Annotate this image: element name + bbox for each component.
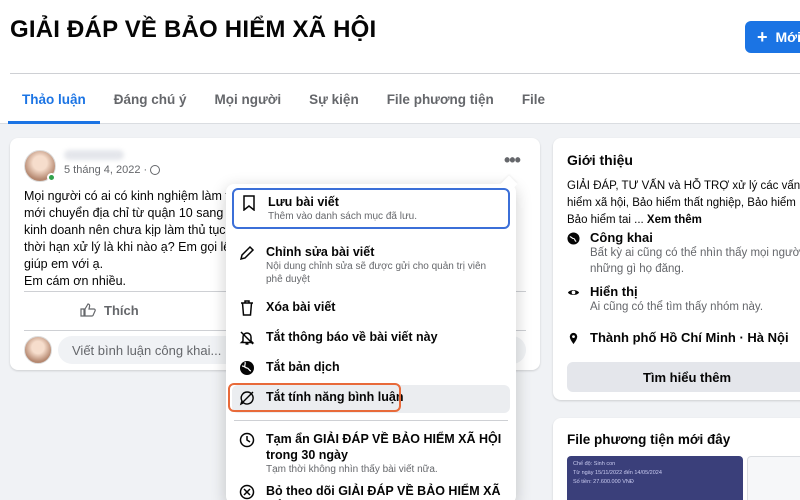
tab-featured[interactable]: Đáng chú ý <box>100 74 201 124</box>
menu-item-sub: Nội dung chỉnh sửa sẽ được gửi cho quản … <box>266 261 487 272</box>
menu-item-label: Lưu bài viết <box>268 195 339 209</box>
public-sub: những gì họ đăng. <box>590 263 685 275</box>
tab-files[interactable]: File <box>508 74 559 124</box>
location-text[interactable]: Thành phố Hồ Chí Minh · Hà Nội <box>590 330 789 345</box>
menu-item-delete-post[interactable]: Xóa bài viết <box>232 295 510 321</box>
trash-icon <box>238 299 256 317</box>
public-sub: Bất kỳ ai cũng có thể nhìn thấy mọi ngườ… <box>590 247 800 259</box>
group-header: GIẢI ĐÁP VỀ BẢO HIỂM XÃ HỘI + Mới Thảo l… <box>0 0 800 124</box>
post-body-line: giúp em với ạ. <box>24 257 104 271</box>
media-thumbnail[interactable] <box>747 456 800 500</box>
post-date[interactable]: 5 tháng 4, 2022 · <box>64 164 147 176</box>
more-options-icon[interactable]: ••• <box>504 150 521 171</box>
menu-divider <box>234 420 508 421</box>
privacy-public-row: Công khai Bất kỳ ai cũng có thể nhìn thấ… <box>567 230 800 277</box>
menu-item-label: Xóa bài viết <box>266 300 336 314</box>
group-tabs: Thảo luận Đáng chú ý Mọi người Sự kiện F… <box>8 74 559 124</box>
menu-item-turn-off-commenting[interactable]: Tắt tính năng bình luận <box>232 385 510 413</box>
menu-item-label: Tạm ẩn GIẢI ĐÁP VỀ BẢO HIỂM XÃ HỘI <box>266 432 502 446</box>
about-card: Giới thiệu GIẢI ĐÁP, TƯ VẤN và HỖ TRỢ xử… <box>553 138 800 400</box>
menu-item-label: Chỉnh sửa bài viết <box>266 245 375 259</box>
visible-sub: Ai cũng có thể tìm thấy nhóm này. <box>590 301 764 313</box>
new-button-label: Mới <box>775 29 800 45</box>
tab-events[interactable]: Sự kiện <box>295 74 373 124</box>
tab-people[interactable]: Mọi người <box>201 74 296 124</box>
pencil-icon <box>238 244 256 262</box>
clock-icon <box>238 431 256 449</box>
globe-icon <box>238 359 256 377</box>
author-name-blurred <box>64 150 124 160</box>
menu-item-label: Tắt thông báo về bài viết này <box>266 330 438 344</box>
globe-icon <box>567 232 580 245</box>
about-desc-line: Bảo hiểm tai ... <box>567 214 644 226</box>
menu-item-label: Tắt bản dịch <box>266 360 340 374</box>
visibility-row: Hiển thị Ai cũng có thể tìm thấy nhóm nà… <box>567 284 763 315</box>
tab-media[interactable]: File phương tiện <box>373 74 508 124</box>
group-title[interactable]: GIẢI ĐÁP VỀ BẢO HIỂM XÃ HỘI <box>10 16 376 44</box>
location-pin-icon <box>569 332 578 345</box>
about-title: Giới thiệu <box>567 152 633 168</box>
media-title: File phương tiện mới đây <box>567 432 731 447</box>
post-options-menu: Lưu bài viết Thêm vào danh sách mục đã l… <box>226 175 518 500</box>
menu-item-unfollow-group[interactable]: Bỏ theo dõi GIẢI ĐÁP VỀ BẢO HIỂM XÃ HỘI <box>232 479 510 500</box>
about-description: GIẢI ĐÁP, TƯ VẤN và HỖ TRỢ xử lý các vấn… <box>567 178 800 229</box>
menu-item-label: Bỏ theo dõi GIẢI ĐÁP VỀ BẢO HIỂM XÃ HỘI <box>266 484 501 498</box>
globe-icon <box>150 165 161 175</box>
menu-item-sub: Thêm vào danh sách mục đã lưu. <box>268 211 417 222</box>
plus-icon: + <box>757 27 768 47</box>
see-more-link[interactable]: Xem thêm <box>647 214 702 226</box>
menu-item-turn-off-notifications[interactable]: Tắt thông báo về bài viết này <box>232 325 510 351</box>
menu-item-turn-off-translation[interactable]: Tắt bản dịch <box>232 355 510 381</box>
post-body-line: Mọi người có ai có kinh nghiệm làm thủ <box>24 189 229 203</box>
menu-item-label: trong 30 ngày <box>266 448 348 462</box>
post-body-line: Em cám ơn nhiều. <box>24 274 126 288</box>
learn-more-button[interactable]: Tìm hiểu thêm <box>567 362 800 392</box>
like-button[interactable]: Thích <box>80 298 139 322</box>
online-status-icon <box>47 173 56 182</box>
post-body-line: kinh doanh nên chưa kịp làm thủ tục ch <box>24 223 229 237</box>
about-desc-line: hiểm xã hội, Bảo hiểm thất nghiệp, Bảo h… <box>567 197 796 209</box>
menu-item-save-post[interactable]: Lưu bài viết Thêm vào danh sách mục đã l… <box>232 188 510 229</box>
menu-item-sub: Tạm thời không nhìn thấy bài viết nữa. <box>266 464 438 475</box>
thumbs-up-icon <box>80 303 96 317</box>
tab-discussion[interactable]: Thảo luận <box>8 74 100 124</box>
menu-item-sub: phê duyệt <box>266 274 310 285</box>
post-meta: 5 tháng 4, 2022 · <box>64 164 161 176</box>
author-avatar[interactable] <box>24 150 56 182</box>
location-row: Thành phố Hồ Chí Minh · Hà Nội <box>567 330 789 345</box>
unfollow-icon <box>238 483 256 500</box>
bookmark-icon <box>240 194 258 212</box>
about-desc-line: GIẢI ĐÁP, TƯ VẤN và HỖ TRỢ xử lý các vấn… <box>567 180 800 192</box>
visible-title: Hiển thị <box>590 284 638 299</box>
commenter-avatar <box>24 336 52 364</box>
media-thumbnail[interactable]: Chế độ: Sinh con Từ ngày 15/11/2022 đến … <box>567 456 743 500</box>
post-body-line: mới chuyển địa chỉ từ quận 10 sang qu <box>24 206 229 220</box>
recent-media-card: File phương tiện mới đây Chế độ: Sinh co… <box>553 418 800 500</box>
new-post-button[interactable]: + Mới <box>745 21 800 53</box>
post-body-line: thời hạn xử lý là khi nào ạ? Em gọi lên … <box>24 240 229 254</box>
menu-item-snooze-group[interactable]: Tạm ẩn GIẢI ĐÁP VỀ BẢO HIỂM XÃ HỘI trong… <box>232 427 510 480</box>
post-body: Mọi người có ai có kinh nghiệm làm thủ m… <box>24 188 229 288</box>
eye-icon <box>567 290 580 295</box>
bell-off-icon <box>238 329 256 347</box>
comment-off-icon <box>238 389 256 407</box>
menu-item-label: Tắt tính năng bình luận <box>266 390 404 404</box>
menu-item-edit-post[interactable]: Chỉnh sửa bài viết Nội dung chỉnh sửa sẽ… <box>232 240 510 290</box>
public-title: Công khai <box>590 230 653 245</box>
like-label: Thích <box>104 302 139 318</box>
media-thumb-text: Chế độ: Sinh con <box>573 461 616 467</box>
media-thumb-text: Từ ngày 15/11/2022 đến 14/05/2024 <box>573 470 662 476</box>
media-thumb-text: Số tiền: 27.600.000 VNĐ <box>573 479 634 485</box>
